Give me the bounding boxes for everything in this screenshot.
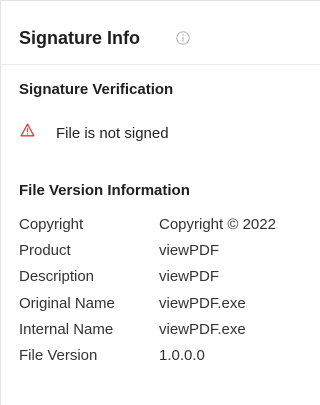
copyright-key: Copyright: [19, 216, 84, 233]
internal-name-value: viewPDF.exe: [159, 321, 246, 338]
file-version-value: 1.0.0.0: [159, 347, 205, 364]
signature-verification-heading: Signature Verification: [19, 81, 174, 98]
panel-header: Signature Info: [1, 1, 320, 65]
product-row: Product viewPDF: [19, 242, 319, 264]
description-row: Description viewPDF: [19, 268, 319, 290]
copyright-row: Copyright Copyright © 2022: [19, 216, 319, 238]
copyright-value: Copyright © 2022: [159, 216, 276, 233]
original-name-key: Original Name: [19, 295, 115, 312]
signature-status-text: File is not signed: [56, 125, 169, 142]
internal-name-key: Internal Name: [19, 321, 114, 338]
panel-title: Signature Info: [19, 28, 140, 48]
original-name-row: Original Name viewPDF.exe: [19, 295, 319, 317]
info-circle-icon[interactable]: [176, 31, 190, 45]
internal-name-row: Internal Name viewPDF.exe: [19, 321, 319, 343]
warning-triangle-icon: [20, 123, 35, 137]
description-key: Description: [19, 268, 95, 285]
signature-info-panel: Signature Info Signature Verification Fi…: [0, 0, 320, 405]
file-version-row: File Version 1.0.0.0: [19, 347, 319, 369]
description-value: viewPDF: [159, 268, 220, 285]
product-value: viewPDF: [159, 242, 220, 259]
file-version-key: File Version: [19, 347, 98, 364]
product-key: Product: [19, 242, 71, 259]
original-name-value: viewPDF.exe: [159, 295, 246, 312]
file-version-information-heading: File Version Information: [19, 182, 190, 199]
